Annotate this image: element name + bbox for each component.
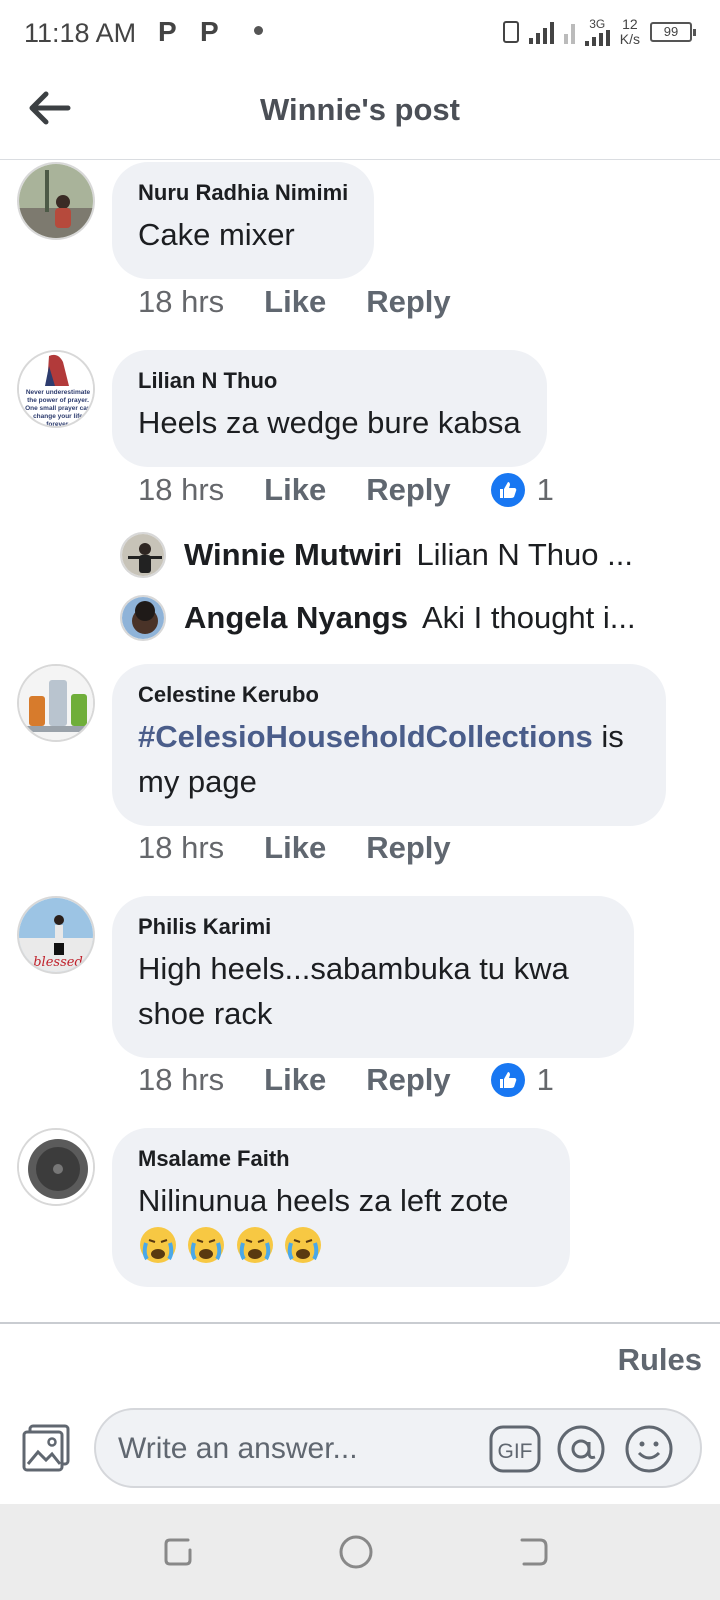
commenter-name[interactable]: Lilian N Thuo [138,368,521,394]
status-icons: 3G 12 K/s 99 [502,14,696,50]
reply-item[interactable]: Angela Nyangs Aki I thought i... [120,593,660,643]
emoji-button[interactable] [622,1422,676,1476]
status-time: 11:18 AM [24,18,137,48]
notification-p-icon: P [200,16,219,47]
comment-list[interactable]: Nuru Radhia Nimimi Cake mixer 18 hrs Lik… [0,160,720,1322]
comment-text: Heels za wedge bure kabsa [138,405,521,440]
like-button[interactable]: Like [264,1062,326,1098]
header: Winnie's post [0,64,720,160]
recent-apps-icon [164,1538,192,1566]
status-bar: 11:18 AM P P 3G 12 K/s 99 [0,0,720,64]
avatar[interactable] [17,162,95,240]
commenter-name[interactable]: Msalame Faith [138,1146,544,1172]
comment-composer: Write an answer... GIF [0,1400,720,1498]
gif-icon: GIF [489,1425,541,1473]
photo-button[interactable] [20,1422,72,1474]
home-circle-icon [339,1535,373,1569]
reply-button[interactable]: Reply [366,1062,450,1098]
at-sign-icon [557,1425,605,1473]
comment-meta: 18 hrs Like Reply [138,830,491,866]
reply-button[interactable]: Reply [366,830,450,866]
comment-text: #CelesioHouseholdCollections is my page [138,714,640,804]
avatar-caption-line: the power of prayer. [27,397,89,404]
avatar-caption-line: change your life [33,413,83,420]
hashtag-link[interactable]: #CelesioHouseholdCollections [138,719,593,754]
comment-text: High heels...sabambuka tu kwa shoe rack [138,951,569,1031]
mention-button[interactable] [554,1422,608,1476]
thumbs-up-icon[interactable] [490,1063,525,1097]
back-nav-icon [520,1538,548,1566]
home-button[interactable] [334,1530,378,1574]
back-nav-button[interactable] [512,1530,556,1574]
comment-bubble[interactable]: Philis Karimi High heels...sabambuka tu … [112,896,634,1058]
divider [0,1322,720,1324]
comment-meta: 18 hrs Like Reply [138,284,491,320]
crying-face-icon [140,1227,176,1263]
comment-bubble[interactable]: Nuru Radhia Nimimi Cake mixer [112,162,375,279]
avatar[interactable] [120,595,166,641]
signal-3g-icon [584,30,610,46]
comment-text: Cake mixer [138,217,295,252]
reply-button[interactable]: Reply [366,472,450,508]
comment-meta: 18 hrs Like Reply 1 [138,472,554,508]
reply-text: Aki I thought i... [421,600,636,635]
network-speed: 12 K/s [619,16,640,47]
like-button[interactable]: Like [264,830,326,866]
like-button[interactable]: Like [264,284,326,320]
reaction-count[interactable]: 1 [537,472,554,508]
system-navigation-bar [0,1504,720,1600]
reply-button[interactable]: Reply [366,284,450,320]
gif-button[interactable]: GIF [488,1422,542,1476]
network-3g: 3G [584,18,610,46]
notification-p-icon: P [158,16,177,47]
thumbs-up-icon[interactable] [490,473,525,507]
commenter-name[interactable]: Celestine Kerubo [138,682,640,708]
comment-text: Nilinunua heels za left zote [138,1183,509,1218]
reply-text: Lilian N Thuo ... [416,537,633,572]
avatar-caption: blessed [33,955,83,970]
comment-bubble[interactable]: Celestine Kerubo #CelesioHouseholdCollec… [112,664,666,826]
avatar[interactable] [17,1128,95,1206]
crying-face-icon [188,1227,225,1263]
like-button[interactable]: Like [264,472,326,508]
avatar[interactable]: blessed [17,896,95,974]
battery-icon: 99 [650,22,696,42]
signal-secondary-icon [563,20,575,44]
commenter-name[interactable]: Nuru Radhia Nimimi [138,180,348,206]
comment-time[interactable]: 18 hrs [138,830,224,866]
notification-dot-icon [254,26,263,35]
crying-face-icon [285,1227,322,1263]
photo-icon [22,1424,70,1472]
reply-author[interactable]: Angela Nyangs [184,600,408,636]
answer-input-placeholder: Write an answer... [118,1432,358,1465]
reply-author[interactable]: Winnie Mutwiri [184,537,402,573]
comment-time[interactable]: 18 hrs [138,472,224,508]
signal-icon [528,20,554,44]
answer-input[interactable]: Write an answer... GIF [94,1408,702,1488]
svg-text:GIF: GIF [498,1440,533,1463]
comment-bubble[interactable]: Msalame Faith Nilinunua heels za left zo… [112,1128,570,1287]
commenter-name[interactable]: Philis Karimi [138,914,608,940]
avatar[interactable]: Never underestimate the power of prayer.… [17,350,95,428]
avatar-caption-line: One small prayer can [25,405,91,412]
reply-item[interactable]: Winnie Mutwiri Lilian N Thuo ... [120,530,660,580]
comment-time[interactable]: 18 hrs [138,284,224,320]
comment-bubble[interactable]: Lilian N Thuo Heels za wedge bure kabsa [112,350,547,467]
comment-time[interactable]: 18 hrs [138,1062,224,1098]
avatar[interactable] [17,664,95,742]
avatar[interactable] [120,532,166,578]
recent-apps-button[interactable] [158,1530,202,1574]
comment-meta: 18 hrs Like Reply 1 [138,1062,554,1098]
smiley-icon [625,1425,673,1473]
avatar-caption-line: Never underestimate [26,389,91,396]
vibrate-icon [502,21,519,43]
page-title: Winnie's post [260,92,460,127]
avatar-caption-line: forever. [46,421,70,428]
rules-link[interactable]: Rules [618,1342,702,1378]
reaction-count[interactable]: 1 [537,1062,554,1098]
crying-face-icon [236,1227,273,1263]
emoji-row [138,1225,544,1265]
